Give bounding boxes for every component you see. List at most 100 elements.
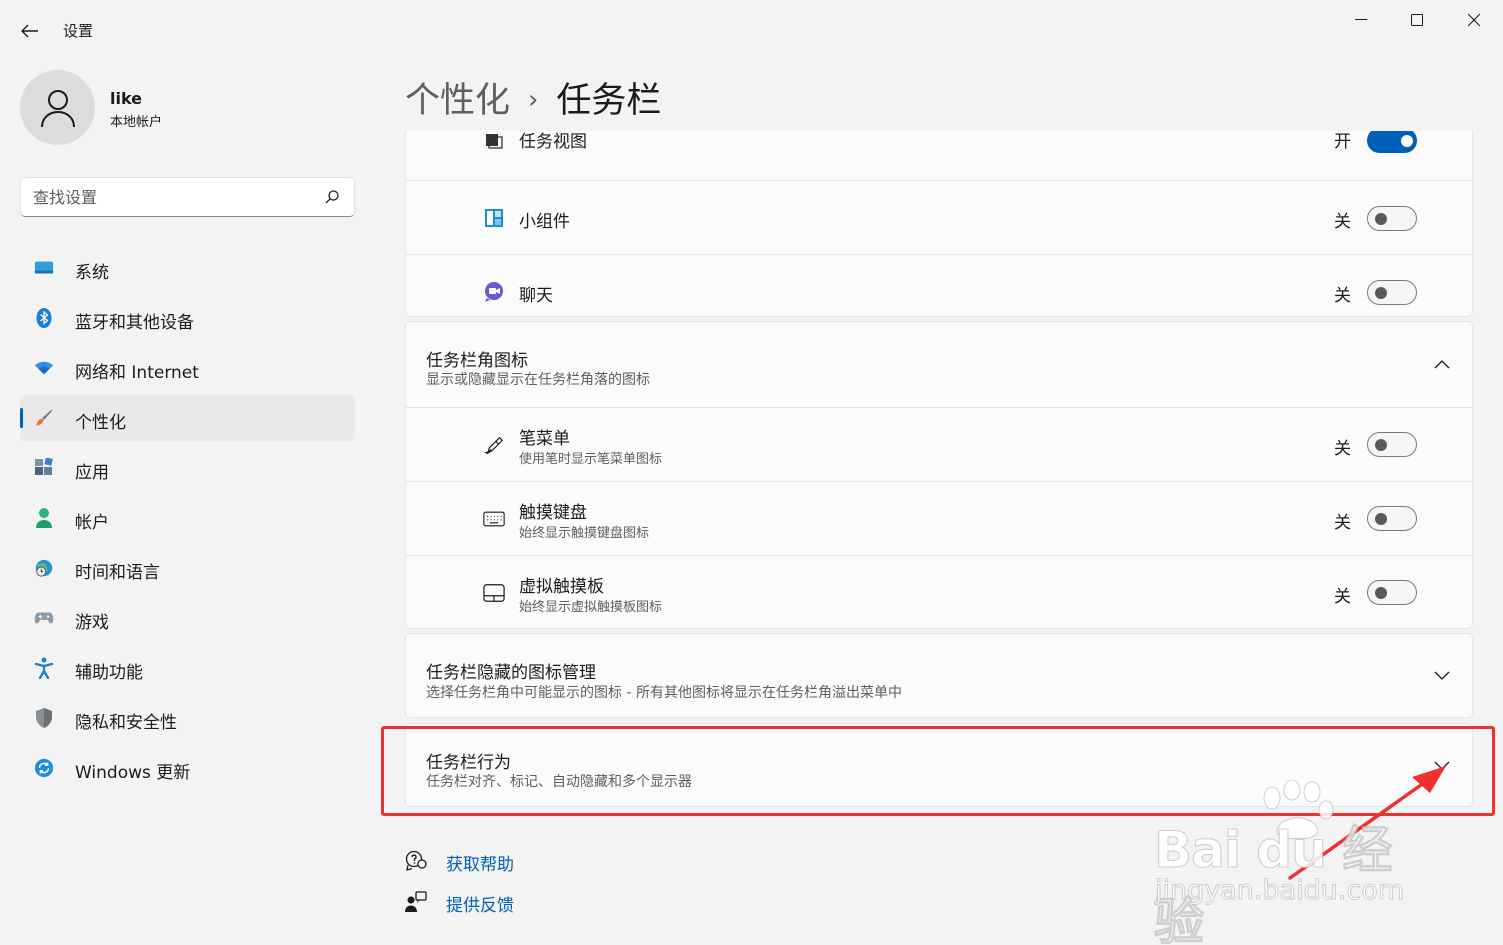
search-icon[interactable] xyxy=(323,188,341,206)
chat-icon xyxy=(483,281,505,303)
touch-keyboard-toggle[interactable] xyxy=(1367,506,1417,531)
system-icon xyxy=(34,258,54,278)
touchpad-icon xyxy=(483,582,505,604)
section-description: 选择任务栏角中可能显示的图标 - 所有其他图标将显示在任务栏角溢出菜单中 xyxy=(426,685,902,701)
person-icon xyxy=(40,89,75,127)
sidebar-item-label: 时间和语言 xyxy=(75,563,160,583)
user-profile[interactable]: like 本地帐户 xyxy=(20,70,355,150)
sidebar-item-label: 系统 xyxy=(75,263,109,283)
shield-icon xyxy=(34,708,54,728)
setting-row-touch-keyboard: 触摸键盘 始终显示触摸键盘图标 关 xyxy=(406,481,1472,555)
toggle-knob xyxy=(1375,213,1387,225)
setting-title: 小组件 xyxy=(519,212,570,232)
section-description: 显示或隐藏显示在任务栏角落的图标 xyxy=(426,372,650,388)
sidebar-item-apps[interactable]: 应用 xyxy=(20,445,355,491)
globe-clock-icon xyxy=(34,558,54,578)
overflow-icons-card[interactable]: 任务栏隐藏的图标管理 选择任务栏角中可能显示的图标 - 所有其他图标将显示在任务… xyxy=(405,633,1473,718)
virtual-touchpad-toggle[interactable] xyxy=(1367,580,1417,605)
setting-description: 始终显示虚拟触摸板图标 xyxy=(519,600,663,615)
maximize-button[interactable] xyxy=(1394,6,1440,34)
close-button[interactable] xyxy=(1451,6,1497,34)
corner-icons-header[interactable]: 任务栏角图标 显示或隐藏显示在任务栏角落的图标 xyxy=(406,322,1472,407)
chevron-up-icon[interactable] xyxy=(1431,353,1453,375)
account-icon xyxy=(34,508,54,528)
avatar xyxy=(20,70,95,145)
get-help-text[interactable]: 获取帮助 xyxy=(446,850,514,875)
sidebar-item-label: 隐私和安全性 xyxy=(75,713,177,733)
breadcrumb: 个性化 › 任务栏 xyxy=(405,72,661,123)
chevron-down-icon[interactable] xyxy=(1431,665,1453,687)
app-title: 设置 xyxy=(63,22,94,40)
sidebar-item-personalization[interactable]: 个性化 xyxy=(20,395,355,441)
close-icon xyxy=(1468,14,1480,26)
sidebar-item-network[interactable]: 网络和 Internet xyxy=(20,345,355,391)
widgets-toggle[interactable] xyxy=(1367,206,1417,231)
toggle-knob xyxy=(1375,587,1387,599)
setting-row-chat: 聊天 关 xyxy=(406,254,1472,316)
breadcrumb-separator: › xyxy=(528,85,539,115)
brush-icon xyxy=(34,408,54,428)
sidebar-item-accounts[interactable]: 帐户 xyxy=(20,495,355,541)
sidebar-item-bluetooth[interactable]: 蓝牙和其他设备 xyxy=(20,295,355,341)
maximize-icon xyxy=(1411,14,1423,26)
wifi-icon xyxy=(34,358,54,378)
watermark-sub-text: jingyan.baidu.com xyxy=(1154,875,1405,907)
search-box[interactable] xyxy=(20,177,355,217)
widgets-icon xyxy=(483,207,505,229)
back-arrow-icon xyxy=(21,24,38,38)
sidebar-nav: 系统 蓝牙和其他设备 网络和 Internet 个性化 应用 帐户 时间和语言 … xyxy=(20,245,355,795)
sidebar-item-label: 游戏 xyxy=(75,613,109,633)
setting-title: 触摸键盘 xyxy=(519,503,587,523)
feedback-icon xyxy=(405,891,427,912)
toggle-state-label: 关 xyxy=(1334,587,1351,607)
setting-title: 笔菜单 xyxy=(519,429,570,449)
section-title: 任务栏行为 xyxy=(426,753,511,773)
minimize-button[interactable] xyxy=(1338,6,1384,34)
sidebar-item-label: 个性化 xyxy=(75,413,126,433)
chat-toggle[interactable] xyxy=(1367,280,1417,305)
sidebar-item-time-language[interactable]: 时间和语言 xyxy=(20,545,355,591)
toggle-knob xyxy=(1375,439,1387,451)
sidebar-item-gaming[interactable]: 游戏 xyxy=(20,595,355,641)
section-title: 任务栏隐藏的图标管理 xyxy=(426,663,596,683)
setting-title: 任务视图 xyxy=(519,132,587,152)
task-view-icon xyxy=(483,131,505,152)
sidebar-item-system[interactable]: 系统 xyxy=(20,245,355,291)
sidebar-item-label: 帐户 xyxy=(75,513,109,533)
search-input[interactable] xyxy=(33,186,303,208)
section-title: 任务栏角图标 xyxy=(426,351,528,371)
toggle-knob xyxy=(1375,287,1387,299)
setting-row-task-view: 任务视图 开 xyxy=(406,131,1472,178)
corner-icons-card: 任务栏角图标 显示或隐藏显示在任务栏角落的图标 笔菜单 使用笔时显示笔菜单图标 … xyxy=(405,321,1473,629)
sidebar-item-accessibility[interactable]: 辅助功能 xyxy=(20,645,355,691)
breadcrumb-parent[interactable]: 个性化 xyxy=(405,81,510,121)
toggle-state-label: 关 xyxy=(1334,513,1351,533)
account-type: 本地帐户 xyxy=(110,115,163,130)
bluetooth-icon xyxy=(34,308,54,328)
toggle-state-label: 关 xyxy=(1334,286,1351,306)
baidu-watermark: Bai du 经验 jingyan.baidu.com xyxy=(1150,780,1430,945)
page-title: 任务栏 xyxy=(556,81,662,121)
taskbar-items-card: 任务视图 开 小组件 关 聊天 关 xyxy=(405,131,1473,317)
sidebar-item-label: Windows 更新 xyxy=(75,763,191,783)
feedback-link[interactable]: 提供反馈 xyxy=(405,889,705,919)
toggle-knob xyxy=(1375,513,1387,525)
accessibility-icon xyxy=(34,657,54,679)
pen-menu-toggle[interactable] xyxy=(1367,432,1417,457)
get-help-link[interactable]: 获取帮助 xyxy=(405,848,705,878)
back-button[interactable] xyxy=(18,20,42,42)
feedback-text[interactable]: 提供反馈 xyxy=(446,891,514,916)
setting-row-widgets: 小组件 关 xyxy=(406,180,1472,254)
setting-row-pen-menu: 笔菜单 使用笔时显示笔菜单图标 关 xyxy=(406,407,1472,481)
sidebar-item-label: 网络和 Internet xyxy=(75,363,199,383)
setting-description: 使用笔时显示笔菜单图标 xyxy=(519,452,663,467)
toggle-state-label: 关 xyxy=(1334,212,1351,232)
gamepad-icon xyxy=(34,608,54,628)
sidebar-item-privacy[interactable]: 隐私和安全性 xyxy=(20,695,355,741)
toggle-state-label: 开 xyxy=(1334,132,1351,152)
setting-title: 虚拟触摸板 xyxy=(519,577,604,597)
help-icon xyxy=(405,850,427,871)
sidebar-item-label: 辅助功能 xyxy=(75,663,143,683)
task-view-toggle[interactable] xyxy=(1367,131,1417,153)
sidebar-item-windows-update[interactable]: Windows 更新 xyxy=(20,745,355,791)
